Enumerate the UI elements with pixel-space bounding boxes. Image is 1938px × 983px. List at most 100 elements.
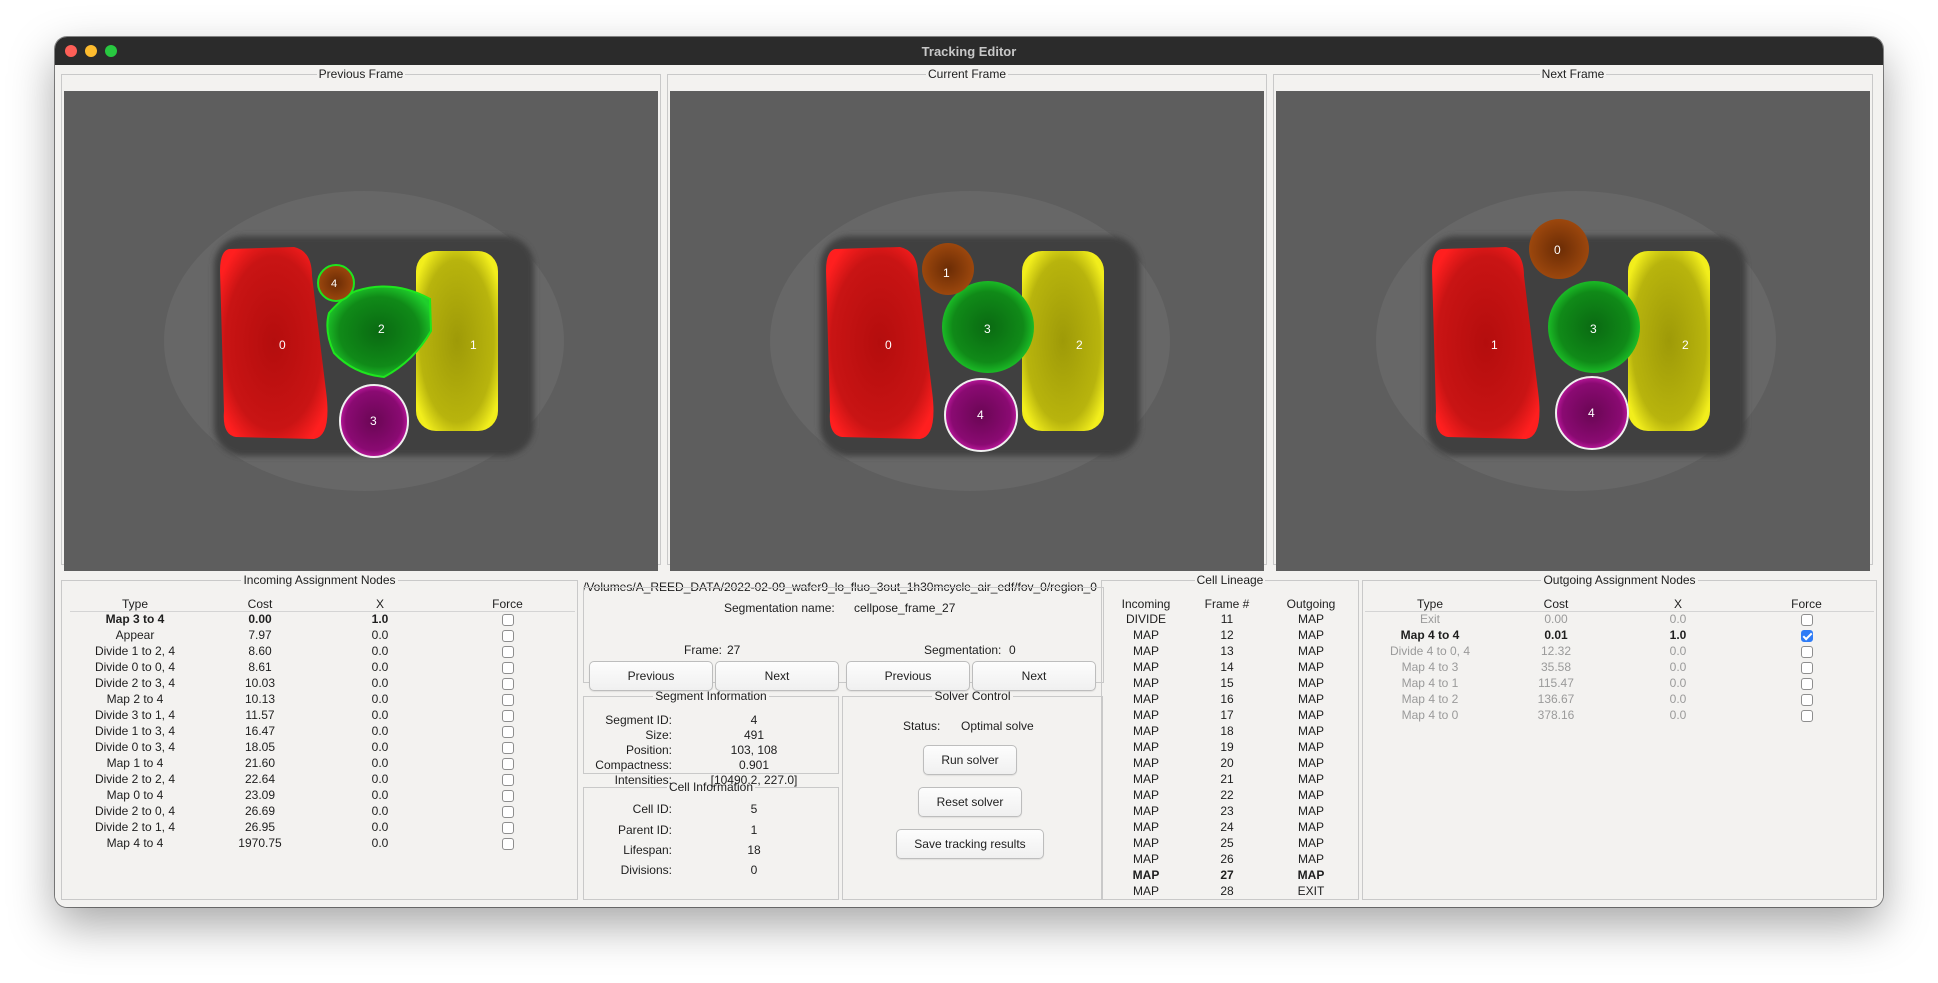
cell-lineage-table: Incoming Frame # Outgoing DIVIDE 11 MAP MA… — [1104, 597, 1356, 899]
table-row[interactable]: Map 1 to 4 21.60 0.0 — [70, 755, 575, 771]
force-checkbox[interactable] — [501, 661, 514, 674]
table-row[interactable]: Map 4 to 1 115.47 0.0 — [1365, 675, 1874, 691]
table-row[interactable]: MAP 24 MAP — [1104, 819, 1356, 835]
force-checkbox[interactable] — [501, 629, 514, 642]
table-row[interactable]: Map 4 to 4 0.01 1.0 — [1365, 627, 1874, 643]
frame-label: Frame: — [684, 643, 723, 657]
row-frame: 25 — [1220, 836, 1234, 850]
force-checkbox[interactable] — [501, 837, 514, 850]
table-row[interactable]: Divide 1 to 2, 4 8.60 0.0 — [70, 643, 575, 659]
table-row[interactable]: MAP 16 MAP — [1104, 691, 1356, 707]
force-checkbox[interactable] — [1800, 677, 1813, 690]
force-checkbox[interactable] — [501, 773, 514, 786]
table-row[interactable]: MAP 13 MAP — [1104, 643, 1356, 659]
next-segmentation-button[interactable]: Next — [972, 661, 1096, 691]
force-checkbox[interactable] — [501, 677, 514, 690]
table-row[interactable]: Divide 2 to 3, 4 10.03 0.0 — [70, 675, 575, 691]
force-checkbox-checked[interactable] — [1800, 629, 1813, 642]
next-frame-button[interactable]: Next — [715, 661, 839, 691]
table-row[interactable]: Divide 2 to 1, 4 26.95 0.0 — [70, 819, 575, 835]
compactness-label: Compactness: — [595, 758, 672, 772]
table-row[interactable]: MAP 20 MAP — [1104, 755, 1356, 771]
table-row[interactable]: MAP 18 MAP — [1104, 723, 1356, 739]
table-row[interactable]: Divide 1 to 3, 4 16.47 0.0 — [70, 723, 575, 739]
row-cost: 378.16 — [1537, 708, 1575, 722]
table-row[interactable]: Map 0 to 4 23.09 0.0 — [70, 787, 575, 803]
table-row[interactable]: MAP 25 MAP — [1104, 835, 1356, 851]
force-checkbox[interactable] — [501, 805, 514, 818]
table-row[interactable]: Appear 7.97 0.0 — [70, 627, 575, 643]
row-x: 0.0 — [1669, 676, 1687, 690]
frame-value: 27 — [727, 643, 741, 657]
table-row[interactable]: MAP 21 MAP — [1104, 771, 1356, 787]
force-checkbox[interactable] — [1800, 661, 1813, 674]
force-checkbox[interactable] — [501, 725, 514, 738]
force-checkbox[interactable] — [1800, 645, 1813, 658]
previous-frame-image[interactable]: 0 1 2 3 4 — [64, 91, 658, 571]
table-row[interactable]: MAP 22 MAP — [1104, 787, 1356, 803]
force-checkbox[interactable] — [501, 789, 514, 802]
row-frame: 17 — [1220, 708, 1234, 722]
table-row-current[interactable]: MAP 27 MAP — [1104, 867, 1356, 883]
row-type: Map 4 to 4 — [106, 836, 164, 850]
table-row[interactable]: MAP 19 MAP — [1104, 739, 1356, 755]
row-outgoing: MAP — [1297, 804, 1324, 818]
row-frame: 26 — [1220, 852, 1234, 866]
force-checkbox[interactable] — [501, 693, 514, 706]
cell-1-shape — [1432, 247, 1540, 439]
table-row[interactable]: Exit 0.00 0.0 — [1365, 611, 1874, 627]
row-type: Divide 4 to 0, 4 — [1389, 644, 1471, 658]
divisions-value: 0 — [750, 863, 758, 877]
segment-information-panel: Segment Information Segment ID: 4 Size: … — [583, 689, 839, 787]
table-row[interactable]: MAP 15 MAP — [1104, 675, 1356, 691]
table-row[interactable]: Divide 2 to 0, 4 26.69 0.0 — [70, 803, 575, 819]
current-frame-image[interactable]: 0 1 2 3 4 — [670, 91, 1264, 571]
row-x: 0.0 — [371, 836, 389, 850]
row-cost: 16.47 — [244, 724, 276, 738]
force-checkbox[interactable] — [1800, 613, 1813, 626]
previous-segmentation-button[interactable]: Previous — [846, 661, 970, 691]
row-x: 0.0 — [371, 644, 389, 658]
table-row[interactable]: MAP 23 MAP — [1104, 803, 1356, 819]
row-cost: 10.03 — [244, 676, 276, 690]
table-row[interactable]: Divide 0 to 0, 4 8.61 0.0 — [70, 659, 575, 675]
table-row[interactable]: Divide 0 to 3, 4 18.05 0.0 — [70, 739, 575, 755]
force-checkbox[interactable] — [1800, 709, 1813, 722]
force-checkbox[interactable] — [1800, 693, 1813, 706]
force-checkbox[interactable] — [501, 757, 514, 770]
reset-solver-button[interactable]: Reset solver — [918, 787, 1022, 817]
row-type: Map 4 to 2 — [1401, 692, 1459, 706]
row-outgoing: MAP — [1297, 756, 1324, 770]
row-cost: 22.64 — [244, 772, 276, 786]
table-row[interactable]: Divide 4 to 0, 4 12.32 0.0 — [1365, 643, 1874, 659]
table-row[interactable]: MAP 28 EXIT — [1104, 883, 1356, 899]
row-cost: 18.05 — [244, 740, 276, 754]
force-checkbox[interactable] — [501, 645, 514, 658]
table-row[interactable]: MAP 14 MAP — [1104, 659, 1356, 675]
run-solver-button[interactable]: Run solver — [923, 745, 1017, 775]
table-row[interactable]: Map 4 to 3 35.58 0.0 — [1365, 659, 1874, 675]
table-row[interactable]: Map 2 to 4 10.13 0.0 — [70, 691, 575, 707]
tracking-editor-window: Tracking Editor Previous Frame 0 1 2 3 4… — [55, 37, 1883, 907]
force-checkbox[interactable] — [501, 821, 514, 834]
previous-frame-button[interactable]: Previous — [589, 661, 713, 691]
force-checkbox[interactable] — [501, 741, 514, 754]
cell-label-0: 0 — [885, 338, 892, 352]
next-frame-image[interactable]: 0 1 2 3 4 — [1276, 91, 1870, 571]
force-checkbox[interactable] — [501, 709, 514, 722]
table-row[interactable]: Divide 2 to 2, 4 22.64 0.0 — [70, 771, 575, 787]
table-row[interactable]: MAP 12 MAP — [1104, 627, 1356, 643]
table-row[interactable]: DIVIDE 11 MAP — [1104, 611, 1356, 627]
table-row[interactable]: MAP 17 MAP — [1104, 707, 1356, 723]
save-tracking-results-button[interactable]: Save tracking results — [896, 829, 1044, 859]
table-row[interactable]: MAP 26 MAP — [1104, 851, 1356, 867]
row-outgoing: MAP — [1297, 612, 1324, 626]
table-row[interactable]: Divide 3 to 1, 4 11.57 0.0 — [70, 707, 575, 723]
force-checkbox[interactable] — [501, 613, 514, 626]
table-row[interactable]: Map 4 to 0 378.16 0.0 — [1365, 707, 1874, 723]
row-x: 0.0 — [371, 772, 389, 786]
table-row[interactable]: Map 3 to 4 0.00 1.0 — [70, 611, 575, 627]
incoming-assignment-title: Incoming Assignment Nodes — [243, 573, 396, 587]
table-row[interactable]: Map 4 to 2 136.67 0.0 — [1365, 691, 1874, 707]
table-row[interactable]: Map 4 to 4 1970.75 0.0 — [70, 835, 575, 851]
